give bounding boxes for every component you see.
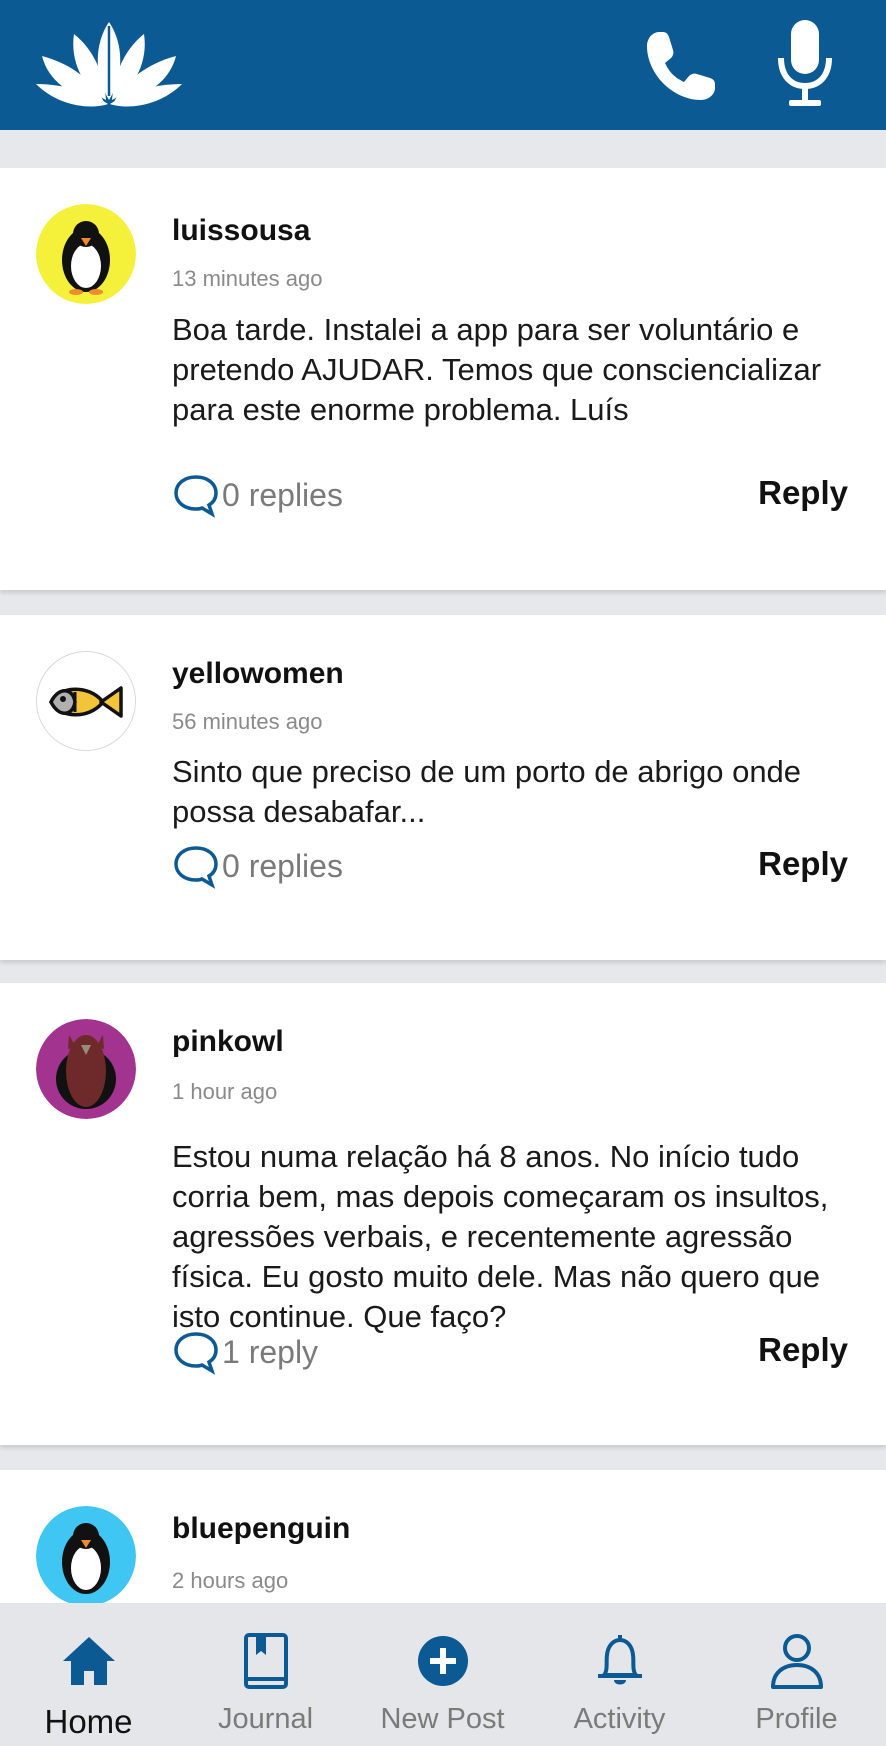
post-feed[interactable]: luissousa 13 minutes ago Boa tarde. Inst… <box>0 130 886 1603</box>
post-username[interactable]: pinkowl <box>172 1025 284 1059</box>
replies-label: 1 reply <box>222 1333 319 1370</box>
replies-label: 0 replies <box>222 476 343 513</box>
post-text: Estou numa relação há 8 anos. No início … <box>172 1139 829 1334</box>
phone-icon[interactable] <box>643 28 719 104</box>
tab-journal[interactable]: Journal <box>177 1603 354 1746</box>
post-card: bluepenguin 2 hours ago <box>0 1470 886 1603</box>
reply-button[interactable]: Reply <box>758 474 848 512</box>
post-text: Boa tarde. Instalei a app para ser volun… <box>172 312 822 427</box>
post-timestamp: 2 hours ago <box>172 1568 289 1593</box>
owl-icon <box>36 1019 136 1119</box>
user-icon <box>770 1634 823 1689</box>
bottom-tab-bar: Home Journal New Post Activity Profile <box>0 1603 886 1746</box>
comment-bubble-icon <box>174 846 218 889</box>
tab-label: Activity <box>573 1703 666 1735</box>
post-timestamp: 1 hour ago <box>172 1079 278 1104</box>
replies-count[interactable]: 0 replies <box>172 843 343 889</box>
tab-label: Journal <box>217 1703 314 1735</box>
avatar[interactable] <box>36 1019 136 1119</box>
tab-new-post[interactable]: New Post <box>354 1603 531 1746</box>
penguin-icon <box>36 204 136 304</box>
tab-home[interactable]: Home <box>0 1603 177 1746</box>
avatar[interactable] <box>36 1506 136 1603</box>
lotus-icon <box>36 22 182 107</box>
post-timestamp: 56 minutes ago <box>172 709 323 734</box>
post-text: Sinto que preciso de um porto de abrigo … <box>172 754 802 829</box>
bell-icon <box>597 1635 642 1685</box>
replies-count[interactable]: 1 reply <box>172 1329 318 1375</box>
comment-bubble-icon <box>174 1332 218 1375</box>
replies-label: 0 replies <box>222 847 343 884</box>
post-card: luissousa 13 minutes ago Boa tarde. Inst… <box>0 168 886 590</box>
microphone-icon[interactable] <box>775 18 835 110</box>
comment-bubble-icon <box>174 475 218 518</box>
post-card: yellowomen 56 minutes ago Sinto que prec… <box>0 615 886 960</box>
avatar[interactable] <box>36 651 136 751</box>
reply-button[interactable]: Reply <box>758 1331 848 1369</box>
post-card: pinkowl 1 hour ago Estou numa relação há… <box>0 983 886 1445</box>
home-icon <box>62 1637 115 1685</box>
post-timestamp: 13 minutes ago <box>172 266 323 291</box>
post-username[interactable]: luissousa <box>172 214 310 248</box>
tab-label: Home <box>44 1703 133 1740</box>
plus-circle-icon <box>417 1636 468 1686</box>
post-username[interactable]: yellowomen <box>172 657 344 691</box>
tab-label: Profile <box>755 1703 838 1735</box>
penguin-icon <box>36 1506 136 1603</box>
tab-label: New Post <box>380 1703 505 1735</box>
tab-profile[interactable]: Profile <box>708 1603 885 1746</box>
tab-activity[interactable]: Activity <box>531 1603 708 1746</box>
fish-icon <box>37 652 135 750</box>
replies-count[interactable]: 0 replies <box>172 472 343 518</box>
app-header <box>0 0 886 130</box>
journal-icon <box>243 1633 288 1689</box>
reply-button[interactable]: Reply <box>758 845 848 883</box>
avatar[interactable] <box>36 204 136 304</box>
post-username[interactable]: bluepenguin <box>172 1512 350 1546</box>
